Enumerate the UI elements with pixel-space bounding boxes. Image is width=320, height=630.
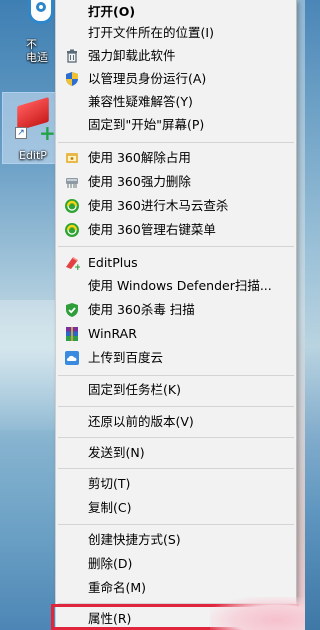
menu-item-winrar[interactable]: WinRAR bbox=[56, 322, 296, 346]
menu-item-label: 复制(C) bbox=[88, 500, 132, 515]
360-antivirus-icon bbox=[66, 303, 78, 317]
menu-item-cut[interactable]: 剪切(T) bbox=[56, 472, 296, 496]
menu-separator bbox=[58, 406, 294, 407]
menu-separator bbox=[58, 437, 294, 438]
menu-item-label: 创建快捷方式(S) bbox=[88, 532, 181, 547]
menu-item-label: 以管理员身份运行(A) bbox=[88, 71, 207, 86]
svg-text:+: + bbox=[74, 263, 80, 271]
menu-item-open-file-location[interactable]: 打开文件所在的位置(I) bbox=[56, 21, 296, 45]
menu-item-upload-baidu-cloud[interactable]: 上传到百度云 bbox=[56, 346, 296, 370]
menu-item-label: 固定到任务栏(K) bbox=[88, 382, 181, 397]
menu-item-360-trojan-scan[interactable]: 使用 360进行木马云查杀 bbox=[56, 194, 296, 218]
baidu-cloud-icon bbox=[65, 351, 79, 365]
360-unlock-icon bbox=[66, 153, 78, 163]
plus-icon: + bbox=[39, 121, 56, 145]
menu-item-label: 上传到百度云 bbox=[88, 350, 164, 365]
menu-separator bbox=[58, 524, 294, 525]
menu-item-label: 打开(O) bbox=[88, 4, 136, 19]
desktop-shortcut-editplus[interactable]: + ↗ EditP bbox=[2, 92, 56, 164]
menu-item-editplus[interactable]: + EditPlus bbox=[56, 251, 296, 275]
menu-item-label: 删除(D) bbox=[88, 556, 133, 571]
menu-item-copy[interactable]: 复制(C) bbox=[56, 496, 296, 520]
menu-item-label: 使用 Windows Defender扫描... bbox=[88, 278, 272, 293]
trash-icon bbox=[67, 49, 77, 63]
menu-item-label: WinRAR bbox=[88, 326, 137, 341]
menu-item-label: 剪切(T) bbox=[88, 476, 131, 491]
shortcut-arrow-icon: ↗ bbox=[15, 127, 27, 139]
menu-item-label: 使用 360解除占用 bbox=[88, 150, 191, 165]
editplus-icon: + bbox=[66, 257, 80, 271]
menu-item-label: 使用 360杀毒 扫描 bbox=[88, 302, 195, 317]
winrar-icon bbox=[66, 327, 78, 341]
menu-item-360-manage-menu[interactable]: 使用 360管理右键菜单 bbox=[56, 218, 296, 242]
menu-item-label: 固定到"开始"屏幕(P) bbox=[88, 117, 205, 132]
360-scan-icon bbox=[65, 199, 79, 213]
menu-item-create-shortcut[interactable]: 创建快捷方式(S) bbox=[56, 528, 296, 552]
menu-item-windows-defender-scan[interactable]: 使用 Windows Defender扫描... bbox=[56, 274, 296, 298]
menu-separator bbox=[58, 246, 294, 247]
menu-item-run-as-admin[interactable]: 以管理员身份运行(A) bbox=[56, 67, 296, 91]
menu-item-send-to[interactable]: 发送到(N) bbox=[56, 441, 296, 465]
desktop-icon-label: 不 电适 bbox=[26, 38, 48, 64]
desktop-app-icon[interactable] bbox=[28, 0, 54, 24]
menu-separator bbox=[58, 375, 294, 376]
menu-item-pin-start[interactable]: 固定到"开始"屏幕(P) bbox=[56, 113, 296, 137]
menu-item-label: 发送到(N) bbox=[88, 445, 145, 460]
menu-item-label: 兼容性疑难解答(Y) bbox=[88, 94, 193, 109]
menu-separator bbox=[58, 142, 294, 143]
menu-separator bbox=[58, 468, 294, 469]
wallpaper-pink-blob bbox=[210, 597, 305, 630]
menu-item-label: 强力卸载此软件 bbox=[88, 48, 176, 63]
desktop-shortcut-label: EditP bbox=[19, 149, 47, 162]
menu-item-label: 还原以前的版本(V) bbox=[88, 414, 194, 429]
uac-shield-icon bbox=[66, 72, 78, 86]
menu-item-label: 使用 360管理右键菜单 bbox=[88, 222, 216, 237]
desktop-wallpaper-shore bbox=[0, 300, 56, 430]
menu-item-label: 打开文件所在的位置(I) bbox=[88, 25, 214, 40]
menu-item-360-shred[interactable]: 使用 360强力删除 bbox=[56, 170, 296, 194]
360-shred-icon bbox=[66, 178, 78, 188]
menu-item-360-unlock[interactable]: 使用 360解除占用 bbox=[56, 146, 296, 170]
desktop-background-right bbox=[297, 0, 305, 630]
menu-item-label: 重命名(M) bbox=[88, 580, 147, 595]
menu-item-delete[interactable]: 删除(D) bbox=[56, 552, 296, 576]
menu-item-compatibility[interactable]: 兼容性疑难解答(Y) bbox=[56, 90, 296, 114]
menu-item-force-uninstall[interactable]: 强力卸载此软件 bbox=[56, 44, 296, 68]
menu-item-label: EditPlus bbox=[88, 255, 138, 270]
menu-item-restore-versions[interactable]: 还原以前的版本(V) bbox=[56, 410, 296, 434]
menu-item-label: 使用 360进行木马云查杀 bbox=[88, 198, 229, 213]
menu-item-pin-taskbar[interactable]: 固定到任务栏(K) bbox=[56, 378, 296, 402]
360-manage-icon bbox=[65, 223, 79, 237]
context-menu: 打开(O) 打开文件所在的位置(I) 强力卸载此软件 以管理员身份运行(A) 兼… bbox=[51, 0, 299, 630]
menu-item-label: 使用 360强力删除 bbox=[88, 174, 191, 189]
menu-item-360-antivirus-scan[interactable]: 使用 360杀毒 扫描 bbox=[56, 298, 296, 322]
